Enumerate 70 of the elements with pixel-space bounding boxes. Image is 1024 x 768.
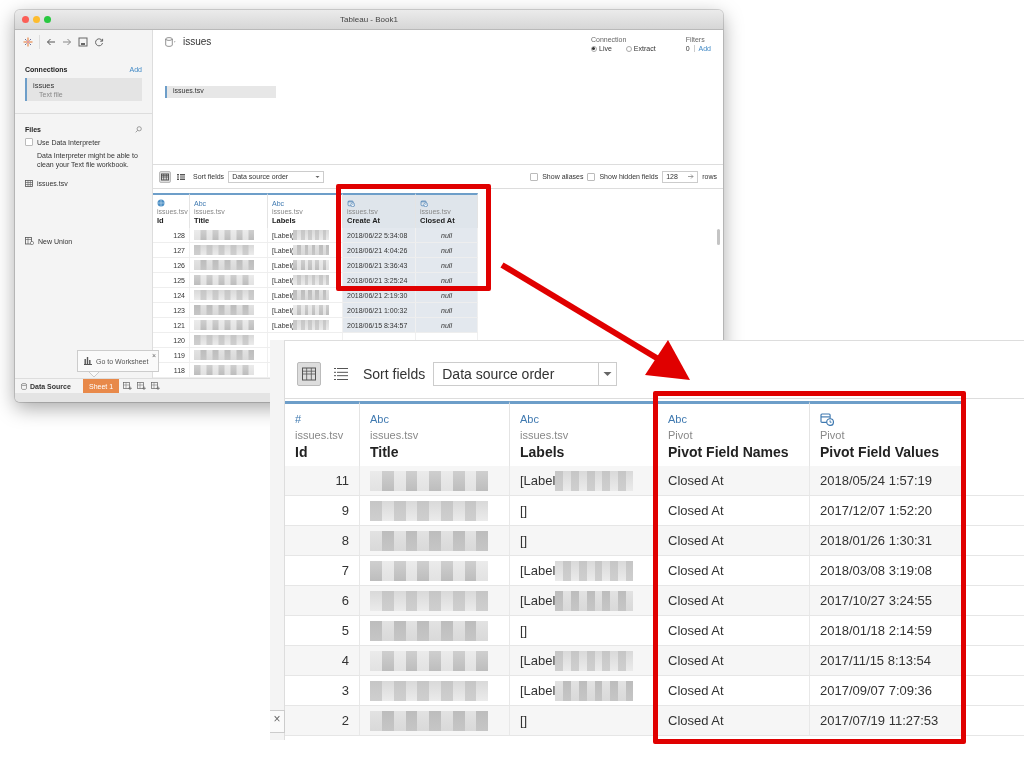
caret-icon: [315, 174, 321, 179]
arrow-icon: [688, 174, 695, 179]
column-name: Id: [295, 444, 309, 460]
table-cell: 6: [285, 586, 360, 615]
data-source-name[interactable]: issues: [183, 36, 212, 47]
new-worksheet-icon[interactable]: [123, 382, 133, 390]
scrollbar-thumb[interactable]: [717, 229, 720, 245]
column-name: Title: [370, 444, 400, 460]
radio-button[interactable]: [625, 45, 632, 52]
grid-view-button[interactable]: [159, 170, 171, 183]
globe-icon: [157, 199, 165, 207]
list-icon: [177, 172, 185, 181]
source-label: issues.tsv: [295, 429, 345, 441]
column-header[interactable]: Abc issues.tsv Title: [360, 401, 510, 466]
source-label: Pivot: [820, 429, 846, 441]
column-header[interactable]: # issues.tsv Id: [285, 401, 360, 466]
window-title: Tableau - Book1: [340, 15, 398, 24]
close-button[interactable]: [22, 16, 29, 23]
column-name: Pivot Field Names: [668, 444, 790, 460]
zoom-button[interactable]: [44, 16, 51, 23]
union-icon: [25, 237, 34, 245]
table-cell: 4: [285, 646, 360, 675]
table-cell: 11: [285, 466, 360, 495]
cell-text: [Label: [520, 653, 556, 668]
calendar-clock-icon: [420, 199, 428, 207]
database-icon: [21, 382, 27, 390]
grid-icon: [161, 172, 169, 181]
logo-icon: [23, 37, 33, 47]
cell-text: [Label: [520, 473, 556, 488]
table-cell: Closed At: [658, 466, 810, 495]
calendar-clock-icon: [347, 199, 355, 207]
new-story-icon[interactable]: [151, 382, 161, 390]
back-arrow-icon[interactable]: [46, 37, 56, 47]
table-cell: 2: [285, 706, 360, 735]
table-cell: Closed At: [658, 526, 810, 555]
cell-text: [Label: [520, 563, 556, 578]
table-cell: 8: [285, 526, 360, 555]
field-type-label: Abc: [668, 413, 687, 425]
source-label: Pivot: [668, 429, 694, 441]
bar-chart-icon: [84, 357, 92, 365]
sort-dropdown[interactable]: Data source order: [433, 361, 618, 386]
source-label: issues.tsv: [520, 429, 570, 441]
list-icon: [334, 366, 348, 381]
new-dashboard-icon[interactable]: [137, 382, 147, 390]
column-name: Labels: [520, 444, 566, 460]
save-icon[interactable]: [78, 37, 88, 47]
table-cell: Closed At: [658, 646, 810, 675]
table-cell: Closed At: [658, 586, 810, 615]
calendar-clock-icon: [820, 412, 834, 426]
grid-view-button[interactable]: [297, 361, 321, 386]
cell-text: [Label: [520, 593, 556, 608]
source-label: issues.tsv: [370, 429, 420, 441]
checkbox[interactable]: [25, 138, 33, 146]
refresh-icon[interactable]: [94, 37, 104, 47]
column-header[interactable]: Abc Pivot Pivot Field Names: [658, 401, 810, 466]
radio-button[interactable]: [591, 45, 597, 52]
field-type-label: Abc: [370, 413, 389, 425]
table-cell: Closed At: [658, 706, 810, 735]
grid-icon: [302, 366, 316, 381]
field-type-label: Abc: [520, 413, 539, 425]
close-icon[interactable]: ×: [273, 712, 281, 732]
sort-label: Sort fields: [363, 365, 426, 382]
column-name: Pivot Field Values: [820, 444, 941, 460]
table-icon: [25, 180, 33, 187]
field-type-label: #: [295, 413, 302, 425]
forward-arrow-icon[interactable]: [62, 37, 72, 47]
cell-text: [Label: [520, 683, 556, 698]
search-icon[interactable]: [135, 126, 142, 133]
checkbox[interactable]: [530, 172, 539, 181]
checkbox[interactable]: [587, 172, 596, 181]
